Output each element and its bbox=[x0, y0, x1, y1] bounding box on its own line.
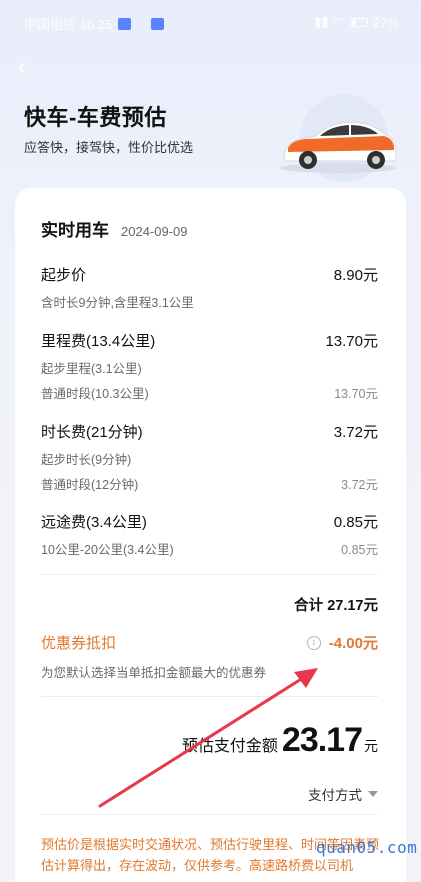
fee-name: 起步价 bbox=[41, 267, 87, 284]
coupon-row[interactable]: 优惠券抵扣 i -4.00元 bbox=[41, 632, 378, 653]
fee-sub-row: 起步时长(9分钟) bbox=[41, 449, 378, 468]
fee-sub-name: 起步里程(3.1公里) bbox=[41, 362, 142, 376]
fee-row-time: 时长费(21分钟) 3.72元 bbox=[41, 421, 378, 442]
fee-name: 里程费(13.4公里) bbox=[41, 333, 156, 350]
divider bbox=[41, 696, 378, 697]
battery-level: 27% bbox=[372, 14, 399, 30]
fee-sub-row: 普通时段(10.3公里) 13.70元 bbox=[41, 383, 378, 402]
divider bbox=[41, 574, 378, 575]
fee-amount: 3.72元 bbox=[333, 424, 378, 441]
fee-amount: 8.90元 bbox=[333, 267, 378, 284]
fee-sub-name: 10公里-20公里(3.4公里) bbox=[41, 543, 174, 557]
caret-down-icon bbox=[368, 791, 378, 797]
fee-sub-amount: 13.70元 bbox=[334, 387, 378, 401]
signal-icon: ▮▮ bbox=[314, 14, 329, 29]
payment-method-selector[interactable]: 支付方式 bbox=[308, 784, 378, 804]
fee-sub-row: 普通时段(12分钟) 3.72元 bbox=[41, 474, 378, 493]
fee-sub-name: 起步时长(9分钟) bbox=[41, 453, 132, 467]
total-amount: 合计 27.17元 bbox=[294, 598, 378, 614]
status-bar: 中国电信 16:25 ▮▮ ◠ 27% bbox=[0, 0, 421, 44]
fee-name: 远途费(3.4公里) bbox=[41, 514, 147, 531]
fee-row-long-distance: 远途费(3.4公里) 0.85元 bbox=[41, 511, 378, 532]
card-header: 实时用车 2024-09-09 bbox=[41, 216, 188, 241]
fee-sub-row: 含时长9分钟,含里程3.1公里 bbox=[41, 292, 378, 311]
page-subtitle: 应答快，接驾快，性价比优选 bbox=[24, 140, 194, 155]
fee-amount: 13.70元 bbox=[325, 333, 378, 350]
payment-method-label: 支付方式 bbox=[308, 788, 362, 803]
estimate-label: 预估支付金额 bbox=[181, 738, 278, 755]
info-icon[interactable]: i bbox=[306, 635, 321, 650]
fee-sub-name: 普通时段(12分钟) bbox=[41, 478, 139, 492]
estimate-value: 23.17 bbox=[281, 721, 363, 759]
notification-icon bbox=[118, 17, 132, 30]
fee-card: 实时用车 2024-09-09 起步价 8.90元 含时长9分钟,含里程3.1公… bbox=[15, 188, 406, 882]
estimate-unit: 元 bbox=[364, 738, 378, 754]
divider bbox=[41, 814, 378, 815]
fee-sub-amount: 0.85元 bbox=[341, 543, 378, 557]
fee-row-mileage: 里程费(13.4公里) 13.70元 bbox=[41, 330, 378, 351]
fee-row-base: 起步价 8.90元 bbox=[41, 264, 378, 285]
card-title: 实时用车 bbox=[41, 221, 109, 240]
coupon-label: 优惠券抵扣 bbox=[41, 635, 117, 652]
fee-name: 时长费(21分钟) bbox=[41, 424, 143, 441]
page-title: 快车-车费预估 bbox=[24, 105, 167, 130]
watermark: quan05.com bbox=[316, 838, 418, 857]
fee-desc: 含时长9分钟,含里程3.1公里 bbox=[41, 296, 194, 310]
fee-sub-name: 普通时段(10.3公里) bbox=[41, 387, 149, 401]
carrier-time: 中国电信 16:25 bbox=[24, 17, 113, 32]
coupon-amount: -4.00元 bbox=[328, 635, 378, 652]
fee-sub-row: 起步里程(3.1公里) bbox=[41, 358, 378, 377]
fee-amount: 0.85元 bbox=[333, 514, 378, 531]
fee-sub-amount: 3.72元 bbox=[341, 478, 378, 492]
card-date: 2024-09-09 bbox=[121, 224, 188, 239]
estimated-payment: 预估支付金额 23.17 元 bbox=[182, 721, 378, 760]
wifi-icon: ◠ bbox=[333, 14, 345, 29]
coupon-description: 为您默认选择当单抵扣金额最大的优惠券 bbox=[41, 666, 267, 680]
car-illustration bbox=[272, 90, 402, 185]
fee-sub-row: 10公里-20公里(3.4公里) 0.85元 bbox=[41, 539, 378, 558]
battery-icon bbox=[349, 17, 368, 27]
app-notification-icon bbox=[151, 17, 165, 30]
back-chevron-icon[interactable]: ‹ bbox=[18, 56, 40, 78]
